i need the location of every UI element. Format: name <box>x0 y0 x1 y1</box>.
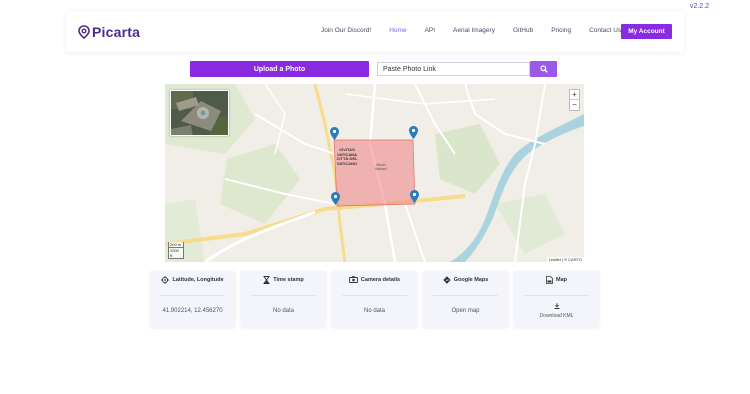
directions-icon <box>443 276 451 284</box>
nav-links: Join Our Discord! Home API Aerial Imager… <box>321 27 639 34</box>
nav-aerial-imagery[interactable]: Aerial Imagery <box>453 27 495 34</box>
camera-card: Camera details No data <box>332 271 417 327</box>
coords-card: Latitude, Longitude 41.902214, 12.456270 <box>150 271 235 327</box>
card-title: Map <box>556 277 567 283</box>
museum-label: Musei Vaticani <box>374 163 388 171</box>
nav-home[interactable]: Home <box>389 27 406 34</box>
version-label: v2.2.2 <box>689 3 709 10</box>
download-kml-link[interactable]: Download KML <box>514 313 599 319</box>
timestamp-value: No data <box>272 308 294 314</box>
map-file-icon <box>546 276 553 284</box>
map-attribution[interactable]: Leaflet | © CARTO <box>546 257 584 262</box>
card-divider <box>524 295 589 296</box>
zoom-in-button[interactable]: + <box>570 90 579 100</box>
top-navbar: Picarta Join Our Discord! Home API Aeria… <box>66 12 684 52</box>
open-map-link[interactable]: Open map <box>423 308 508 314</box>
satellite-minimap[interactable] <box>170 90 229 136</box>
location-pin-logo-icon <box>78 25 90 39</box>
map-view[interactable]: CIVITAS VATICANA CITTÀ DEL VATICANO Muse… <box>165 84 584 262</box>
coords-value: 41.902214, 12.456270 <box>162 308 223 314</box>
map-marker-icon[interactable] <box>409 126 418 139</box>
nav-pricing[interactable]: Pricing <box>551 27 571 34</box>
zoom-out-button[interactable]: − <box>570 100 579 110</box>
timestamp-card: Time stamp No data <box>241 271 326 327</box>
map-scale: 200 m 1000 ft <box>168 242 184 259</box>
card-title: Camera details <box>360 276 401 283</box>
scale-imperial: 1000 ft <box>168 248 184 259</box>
camera-icon <box>348 276 358 283</box>
download-icon[interactable] <box>554 303 560 309</box>
card-divider <box>342 295 407 296</box>
crosshair-icon <box>161 276 170 284</box>
card-title: Time stamp <box>273 277 304 283</box>
card-divider <box>160 295 225 296</box>
nav-contact[interactable]: Contact Us <box>589 27 621 34</box>
my-account-button[interactable]: My Account <box>621 24 672 39</box>
nav-discord[interactable]: Join Our Discord! <box>321 27 371 34</box>
kml-card[interactable]: Map Download KML <box>514 271 599 327</box>
vatican-label: CIVITAS VATICANA CITTÀ DEL VATICANO <box>336 147 358 166</box>
satellite-thumbnail <box>171 91 228 135</box>
search-button[interactable] <box>530 61 557 77</box>
zoom-control: + − <box>569 89 580 111</box>
card-title: Latitude, Longitude <box>172 277 224 283</box>
map-marker-icon[interactable] <box>330 127 339 140</box>
card-divider <box>433 295 498 296</box>
hourglass-icon <box>263 276 270 284</box>
map-marker-icon[interactable] <box>331 192 340 205</box>
brand-name: Picarta <box>92 24 141 40</box>
nav-github[interactable]: GitHub <box>513 27 533 34</box>
card-divider <box>251 295 316 296</box>
nav-api[interactable]: API <box>425 27 435 34</box>
card-title: Google Maps <box>453 277 489 283</box>
google-maps-card[interactable]: Google Maps Open map <box>423 271 508 327</box>
search-icon <box>539 65 548 73</box>
camera-value: No data <box>363 308 385 314</box>
brand-logo[interactable]: Picarta <box>78 24 140 40</box>
photo-link-input[interactable]: Paste Photo Link <box>377 62 530 76</box>
map-marker-icon[interactable] <box>410 190 419 203</box>
upload-photo-button[interactable]: Upload a Photo <box>190 61 369 77</box>
